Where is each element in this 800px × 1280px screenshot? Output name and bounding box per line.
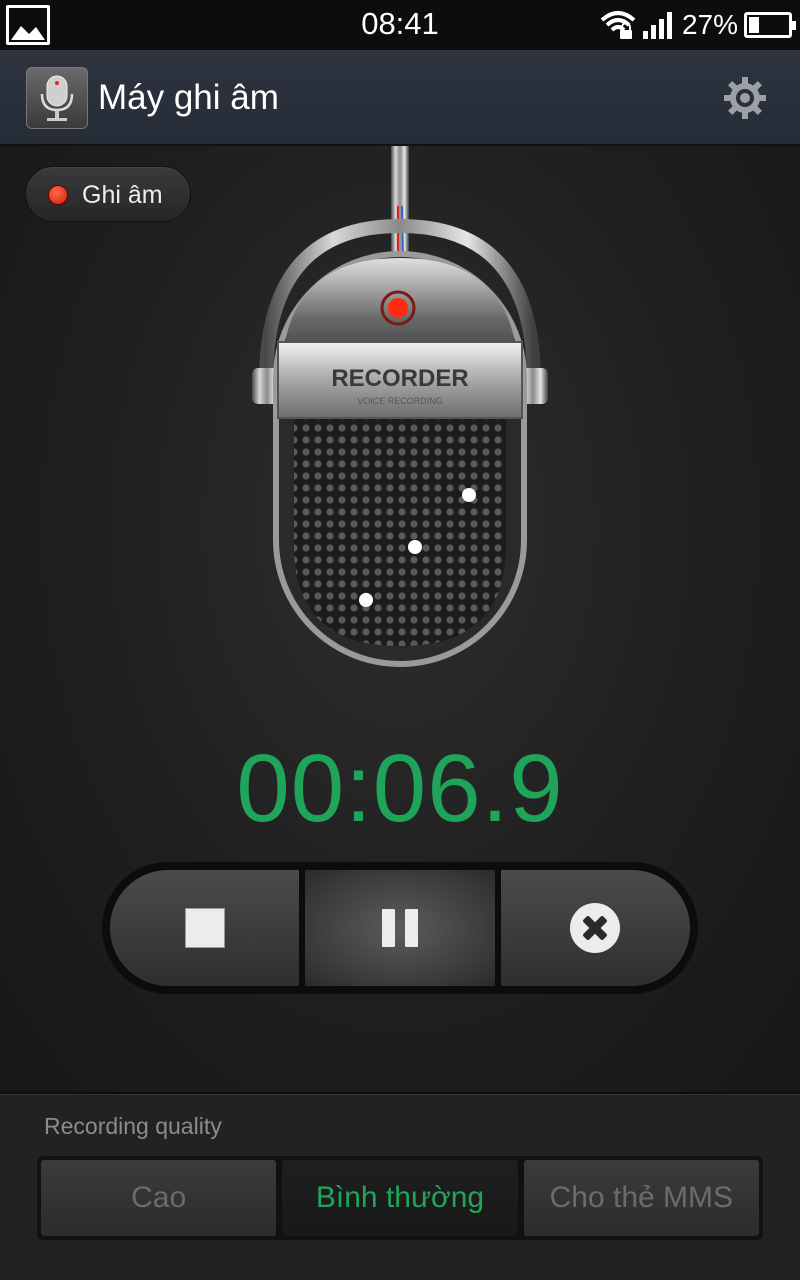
microphone-illustration: RECORDER VOICE RECORDING [0, 146, 800, 686]
quality-panel: Recording quality Cao Bình thường Cho th… [0, 1092, 800, 1280]
app-title: Máy ghi âm [98, 78, 279, 117]
microphone-icon [26, 67, 88, 129]
signal-icon [642, 12, 672, 39]
battery-icon [744, 12, 796, 38]
battery-percent: 27% [681, 9, 738, 40]
close-circle-icon [570, 903, 621, 953]
recording-label: Ghi âm [82, 181, 163, 209]
recording-timer: 00:06.9 [236, 735, 564, 842]
status-icons: 27% [600, 8, 796, 42]
cancel-button[interactable] [500, 870, 690, 986]
stop-icon [184, 908, 225, 948]
wifi-icon [600, 11, 636, 39]
mic-brand-text: RECORDER [331, 365, 468, 392]
battery-level [749, 17, 759, 33]
recorder-main: RECORDER VOICE RECORDING Ghi âm 00:06.9 [0, 146, 800, 1092]
status-bar: 08:41 27% [0, 0, 800, 50]
mic-sub-text: VOICE RECORDING [357, 396, 443, 406]
record-dot-icon [48, 185, 68, 205]
gear-icon[interactable] [722, 75, 768, 121]
quality-label: Recording quality [44, 1113, 222, 1139]
stop-button[interactable] [110, 870, 300, 986]
playback-controls [102, 862, 698, 994]
controls-group [110, 870, 690, 986]
quality-option-high[interactable]: Cao [41, 1160, 277, 1236]
recording-indicator: Ghi âm [25, 166, 191, 222]
quality-option-normal[interactable]: Bình thường [282, 1160, 518, 1236]
quality-selector: Cao Bình thường Cho thẻ MMS [37, 1156, 763, 1240]
action-bar: Máy ghi âm [0, 50, 800, 146]
pause-icon [381, 909, 418, 947]
pause-button[interactable] [305, 870, 495, 986]
quality-option-mms[interactable]: Cho thẻ MMS [523, 1160, 759, 1236]
